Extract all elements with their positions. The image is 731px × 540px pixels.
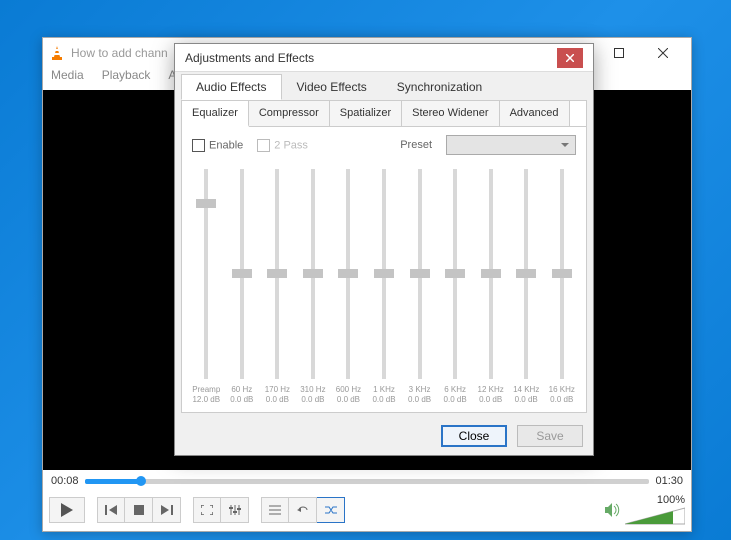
- preset-dropdown[interactable]: [446, 135, 576, 155]
- playlist-button[interactable]: [261, 497, 289, 523]
- preamp-label: Preamp: [192, 385, 220, 395]
- dialog-close-button[interactable]: [557, 48, 583, 68]
- band-slider[interactable]: [524, 169, 528, 379]
- prev-button[interactable]: [97, 497, 125, 523]
- preamp-slider-col: Preamp 12.0 dB: [192, 169, 221, 404]
- band-16khz: 16 KHz0.0 dB: [547, 169, 576, 404]
- progress-bar-row: 00:08 01:30: [43, 470, 691, 492]
- maximize-button[interactable]: [597, 39, 641, 67]
- close-button[interactable]: Close: [441, 425, 507, 447]
- subtab-spatializer[interactable]: Spatializer: [330, 101, 402, 126]
- menu-playback[interactable]: Playback: [102, 68, 151, 90]
- loop-button[interactable]: [289, 497, 317, 523]
- band-slider[interactable]: [382, 169, 386, 379]
- main-tab-strip: Audio Effects Video Effects Synchronizat…: [175, 72, 593, 100]
- tab-audio-effects[interactable]: Audio Effects: [181, 74, 282, 100]
- preset-label: Preset: [400, 139, 432, 151]
- preamp-slider[interactable]: [204, 169, 208, 379]
- menu-media[interactable]: Media: [51, 68, 84, 90]
- band-slider[interactable]: [311, 169, 315, 379]
- next-button[interactable]: [153, 497, 181, 523]
- twopass-checkbox: 2 Pass: [257, 139, 308, 152]
- subtab-stereo-widener[interactable]: Stereo Widener: [402, 101, 499, 126]
- band-6khz: 6 KHz0.0 dB: [441, 169, 470, 404]
- band-slider[interactable]: [240, 169, 244, 379]
- speaker-icon[interactable]: [605, 503, 621, 517]
- subtab-advanced[interactable]: Advanced: [500, 101, 570, 126]
- sub-tab-strip: Equalizer Compressor Spatializer Stereo …: [182, 101, 586, 127]
- subtab-equalizer[interactable]: Equalizer: [182, 101, 249, 127]
- extended-settings-button[interactable]: [221, 497, 249, 523]
- shuffle-button[interactable]: [317, 497, 345, 523]
- seek-slider[interactable]: [85, 479, 650, 484]
- band-600hz: 600 Hz0.0 dB: [334, 169, 363, 404]
- volume-percent: 100%: [657, 494, 685, 506]
- dialog-button-row: Close Save: [175, 419, 593, 455]
- band-slider[interactable]: [275, 169, 279, 379]
- time-elapsed: 00:08: [51, 475, 79, 487]
- adjustments-effects-dialog: Adjustments and Effects Audio Effects Vi…: [174, 43, 594, 456]
- band-170hz: 170 Hz0.0 dB: [263, 169, 292, 404]
- band-310hz: 310 Hz0.0 dB: [299, 169, 328, 404]
- subtab-compressor[interactable]: Compressor: [249, 101, 330, 126]
- band-slider[interactable]: [418, 169, 422, 379]
- band-3khz: 3 KHz0.0 dB: [405, 169, 434, 404]
- band-12khz: 12 KHz0.0 dB: [476, 169, 505, 404]
- window-close-button[interactable]: [641, 39, 685, 67]
- enable-checkbox[interactable]: Enable: [192, 139, 243, 152]
- dialog-titlebar[interactable]: Adjustments and Effects: [175, 44, 593, 72]
- save-button: Save: [517, 425, 583, 447]
- audio-effects-panel: Equalizer Compressor Spatializer Stereo …: [181, 100, 587, 413]
- tab-video-effects[interactable]: Video Effects: [282, 74, 382, 100]
- band-14khz: 14 KHz0.0 dB: [512, 169, 541, 404]
- time-total: 01:30: [655, 475, 683, 487]
- play-button[interactable]: [49, 497, 85, 523]
- stop-button[interactable]: [125, 497, 153, 523]
- player-controls: 100%: [43, 492, 691, 528]
- preamp-value: 12.0 dB: [192, 395, 220, 404]
- volume-slider[interactable]: [625, 506, 685, 526]
- equalizer-sliders: Preamp 12.0 dB 60 Hz0.0 dB 170 Hz0.0 dB …: [182, 163, 586, 404]
- band-60hz: 60 Hz0.0 dB: [228, 169, 257, 404]
- band-slider[interactable]: [346, 169, 350, 379]
- equalizer-options-row: Enable 2 Pass Preset: [182, 127, 586, 163]
- band-slider[interactable]: [489, 169, 493, 379]
- band-slider[interactable]: [453, 169, 457, 379]
- dialog-title: Adjustments and Effects: [185, 51, 557, 65]
- band-slider[interactable]: [560, 169, 564, 379]
- tab-synchronization[interactable]: Synchronization: [382, 74, 497, 100]
- vlc-cone-icon: [49, 45, 65, 61]
- fullscreen-button[interactable]: [193, 497, 221, 523]
- band-1khz: 1 KHz0.0 dB: [370, 169, 399, 404]
